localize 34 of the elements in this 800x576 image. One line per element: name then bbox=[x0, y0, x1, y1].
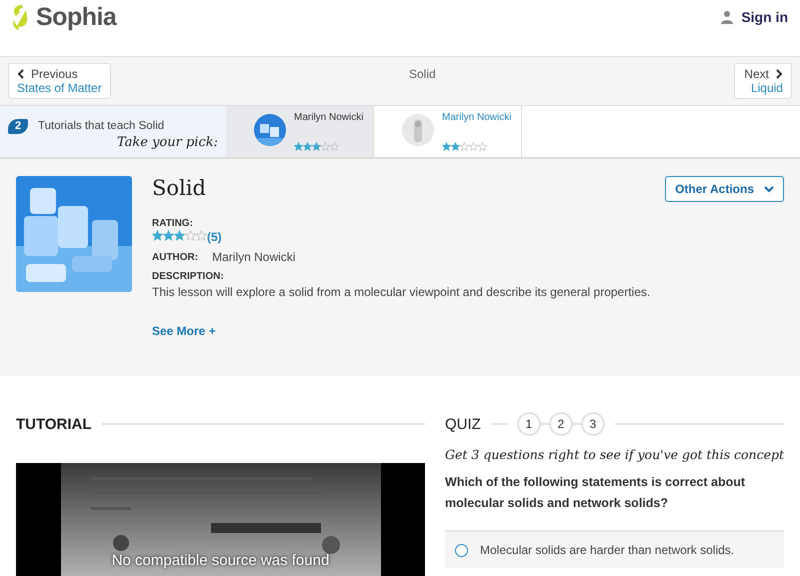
other-actions-button[interactable]: Other Actions bbox=[665, 176, 784, 202]
quiz-question: Which of the following statements is correct about molecular solids and network solids? bbox=[445, 474, 746, 512]
quiz-step[interactable]: 1 bbox=[516, 412, 541, 436]
author-name: Marilyn Nowicki bbox=[442, 112, 512, 123]
author-name: Marilyn Nowicki bbox=[294, 112, 364, 123]
tutorial-item[interactable]: Marilyn Nowicki bbox=[226, 106, 374, 157]
previous-button[interactable]: Previous States of Matter bbox=[8, 63, 111, 99]
quiz-tagline: Get 3 questions right to see if you've got this concept bbox=[445, 447, 784, 462]
chevron-down-icon bbox=[764, 186, 774, 192]
chevron-left-icon bbox=[17, 69, 25, 79]
quiz-step[interactable]: 3 bbox=[580, 412, 605, 436]
description-text: This lesson will explore a solid from a molecular viewpoint and describe its general properties. bbox=[152, 285, 652, 299]
chevron-right-icon bbox=[774, 69, 783, 79]
lesson-title: Solid bbox=[152, 176, 206, 200]
sign-in-link[interactable]: Sign in bbox=[721, 9, 788, 25]
quiz-step[interactable]: 2 bbox=[548, 412, 573, 436]
author-name: Marilyn Nowicki bbox=[212, 250, 296, 264]
answer-option[interactable]: Molecular solids are harder than network solids. bbox=[445, 530, 784, 568]
pick-hint: Take your pick: bbox=[116, 135, 218, 150]
description-label: DESCRIPTION: bbox=[152, 271, 224, 282]
rating-count[interactable]: (5) bbox=[207, 230, 222, 244]
player-message: No compatible source was found bbox=[112, 552, 330, 569]
user-icon bbox=[721, 10, 734, 24]
count-badge: 2 bbox=[8, 118, 28, 134]
quiz-heading: QUIZ bbox=[445, 416, 481, 432]
see-more-link[interactable]: See More + bbox=[152, 324, 216, 338]
current-lesson: Solid bbox=[409, 67, 436, 81]
author-label: AUTHOR: bbox=[152, 252, 198, 262]
next-button[interactable]: Next Liquid bbox=[734, 63, 792, 99]
tutorial-heading: TUTORIAL bbox=[16, 416, 92, 432]
radio-button[interactable] bbox=[455, 544, 468, 556]
rating-label: RATING: bbox=[152, 218, 193, 229]
logo-text[interactable]: Sophia bbox=[36, 3, 116, 32]
tutorials-label: Tutorials that teach Solid bbox=[38, 120, 164, 132]
